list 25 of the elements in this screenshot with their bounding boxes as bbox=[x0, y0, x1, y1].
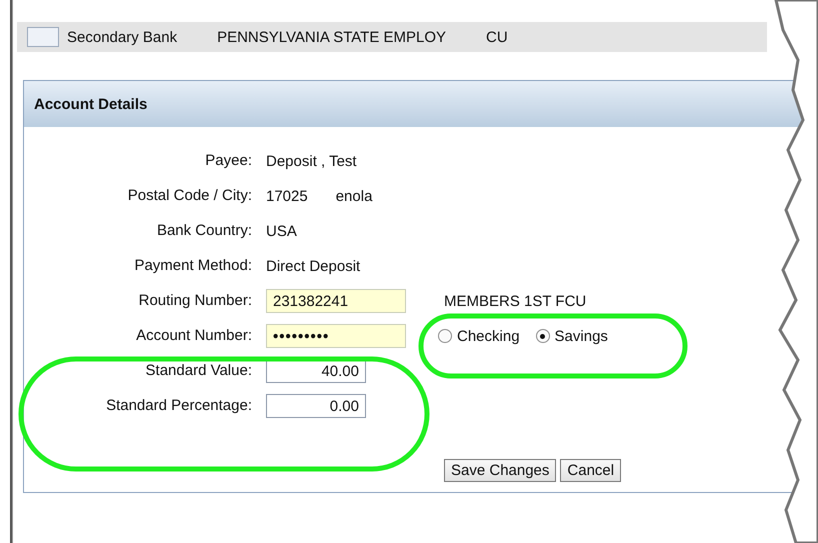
tab-icon bbox=[27, 27, 59, 47]
cancel-button[interactable]: Cancel bbox=[560, 459, 622, 482]
field-value: Direct Deposit bbox=[266, 258, 360, 274]
field-label: Standard Percentage: bbox=[105, 396, 252, 416]
bank-name: MEMBERS 1ST FCU bbox=[444, 292, 586, 310]
field-label: Payee: bbox=[204, 151, 252, 171]
field-value: Deposit , Test bbox=[266, 152, 357, 170]
account-type-radio[interactable]: Savings bbox=[536, 328, 608, 344]
bank-name: PENNSYLVANIA STATE EMPLOY bbox=[217, 28, 446, 46]
field-label: Routing Number: bbox=[138, 291, 252, 311]
bank-name: CU bbox=[486, 28, 508, 46]
bank-label: Secondary Bank bbox=[67, 28, 178, 46]
field-label: Bank Country: bbox=[156, 221, 252, 241]
city: enola bbox=[336, 188, 372, 204]
save-button[interactable]: Save Changes bbox=[444, 459, 556, 482]
account-type-radio[interactable]: Checking bbox=[438, 328, 520, 344]
field-value: USA bbox=[266, 222, 297, 240]
field-label: Account Number: bbox=[135, 326, 252, 346]
field-label: Payment Method: bbox=[133, 256, 252, 276]
input-field[interactable]: 0.00 bbox=[266, 394, 366, 418]
field-label: Standard Value: bbox=[144, 361, 252, 381]
postal-code: 17025 bbox=[266, 188, 308, 204]
input-field[interactable]: 231382241 bbox=[266, 289, 406, 313]
password-field[interactable]: ••••••••• bbox=[266, 324, 406, 348]
field-label: Postal Code / City: bbox=[126, 186, 252, 206]
